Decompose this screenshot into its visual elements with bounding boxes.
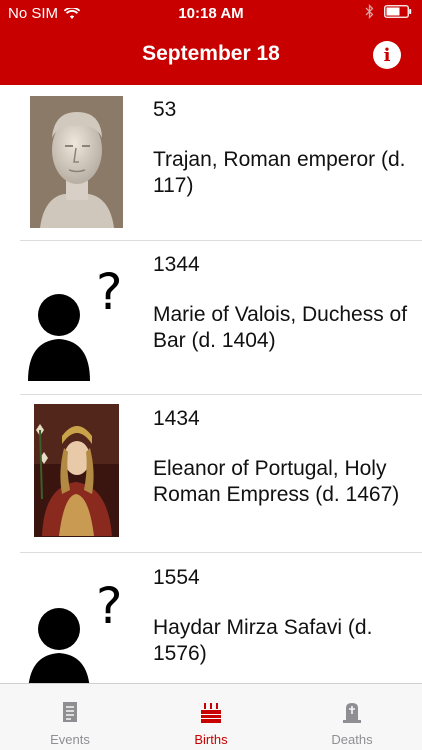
unknown-person-icon: ?	[22, 565, 132, 683]
status-right	[365, 4, 412, 19]
svg-text:?: ?	[96, 263, 123, 321]
item-year: 1344	[153, 253, 200, 276]
list-item[interactable]: 53 Trajan, Roman emperor (d. 117)	[0, 85, 422, 240]
svg-text:?: ?	[96, 577, 123, 635]
tab-deaths[interactable]: Deaths	[282, 684, 422, 750]
portrait-image	[30, 96, 123, 228]
births-list: 53 Trajan, Roman emperor (d. 117) ? 1344…	[0, 85, 422, 683]
cake-icon	[199, 700, 223, 724]
item-year: 1434	[153, 407, 200, 430]
header: No SIM 10:18 AM September 18 i	[0, 0, 422, 85]
page-title: September 18	[142, 42, 280, 65]
bluetooth-icon	[365, 4, 374, 19]
info-button[interactable]: i	[373, 41, 401, 69]
item-year: 1554	[153, 566, 200, 589]
tab-events[interactable]: Events	[0, 684, 140, 750]
list-item[interactable]: ? 1344 Marie of Valois, Duchess of Bar (…	[0, 241, 422, 394]
item-year: 53	[153, 98, 177, 121]
battery-icon	[384, 5, 412, 18]
document-icon	[58, 700, 82, 724]
item-name: Haydar Mirza Safavi (d. 1576)	[153, 616, 373, 665]
item-name: Trajan, Roman emperor (d. 117)	[153, 148, 406, 197]
list-item[interactable]: 1434 Eleanor of Portugal, Holy Roman Emp…	[0, 395, 422, 552]
tab-label: Births	[194, 732, 228, 747]
tab-bar: Events Births Deaths	[0, 683, 422, 750]
tombstone-icon	[340, 700, 364, 724]
tab-label: Events	[50, 732, 90, 747]
portrait-image	[34, 404, 119, 537]
status-bar: No SIM 10:18 AM	[0, 0, 422, 28]
list-item[interactable]: ? 1554 Haydar Mirza Safavi (d. 1576)	[0, 553, 422, 683]
tab-label: Deaths	[331, 732, 373, 747]
tab-births[interactable]: Births	[141, 684, 281, 750]
status-time: 10:18 AM	[178, 5, 244, 22]
item-name: Marie of Valois, Duchess of Bar (d. 1404…	[153, 303, 408, 352]
unknown-person-icon: ?	[22, 251, 132, 381]
item-name: Eleanor of Portugal, Holy Roman Empress …	[153, 457, 400, 506]
